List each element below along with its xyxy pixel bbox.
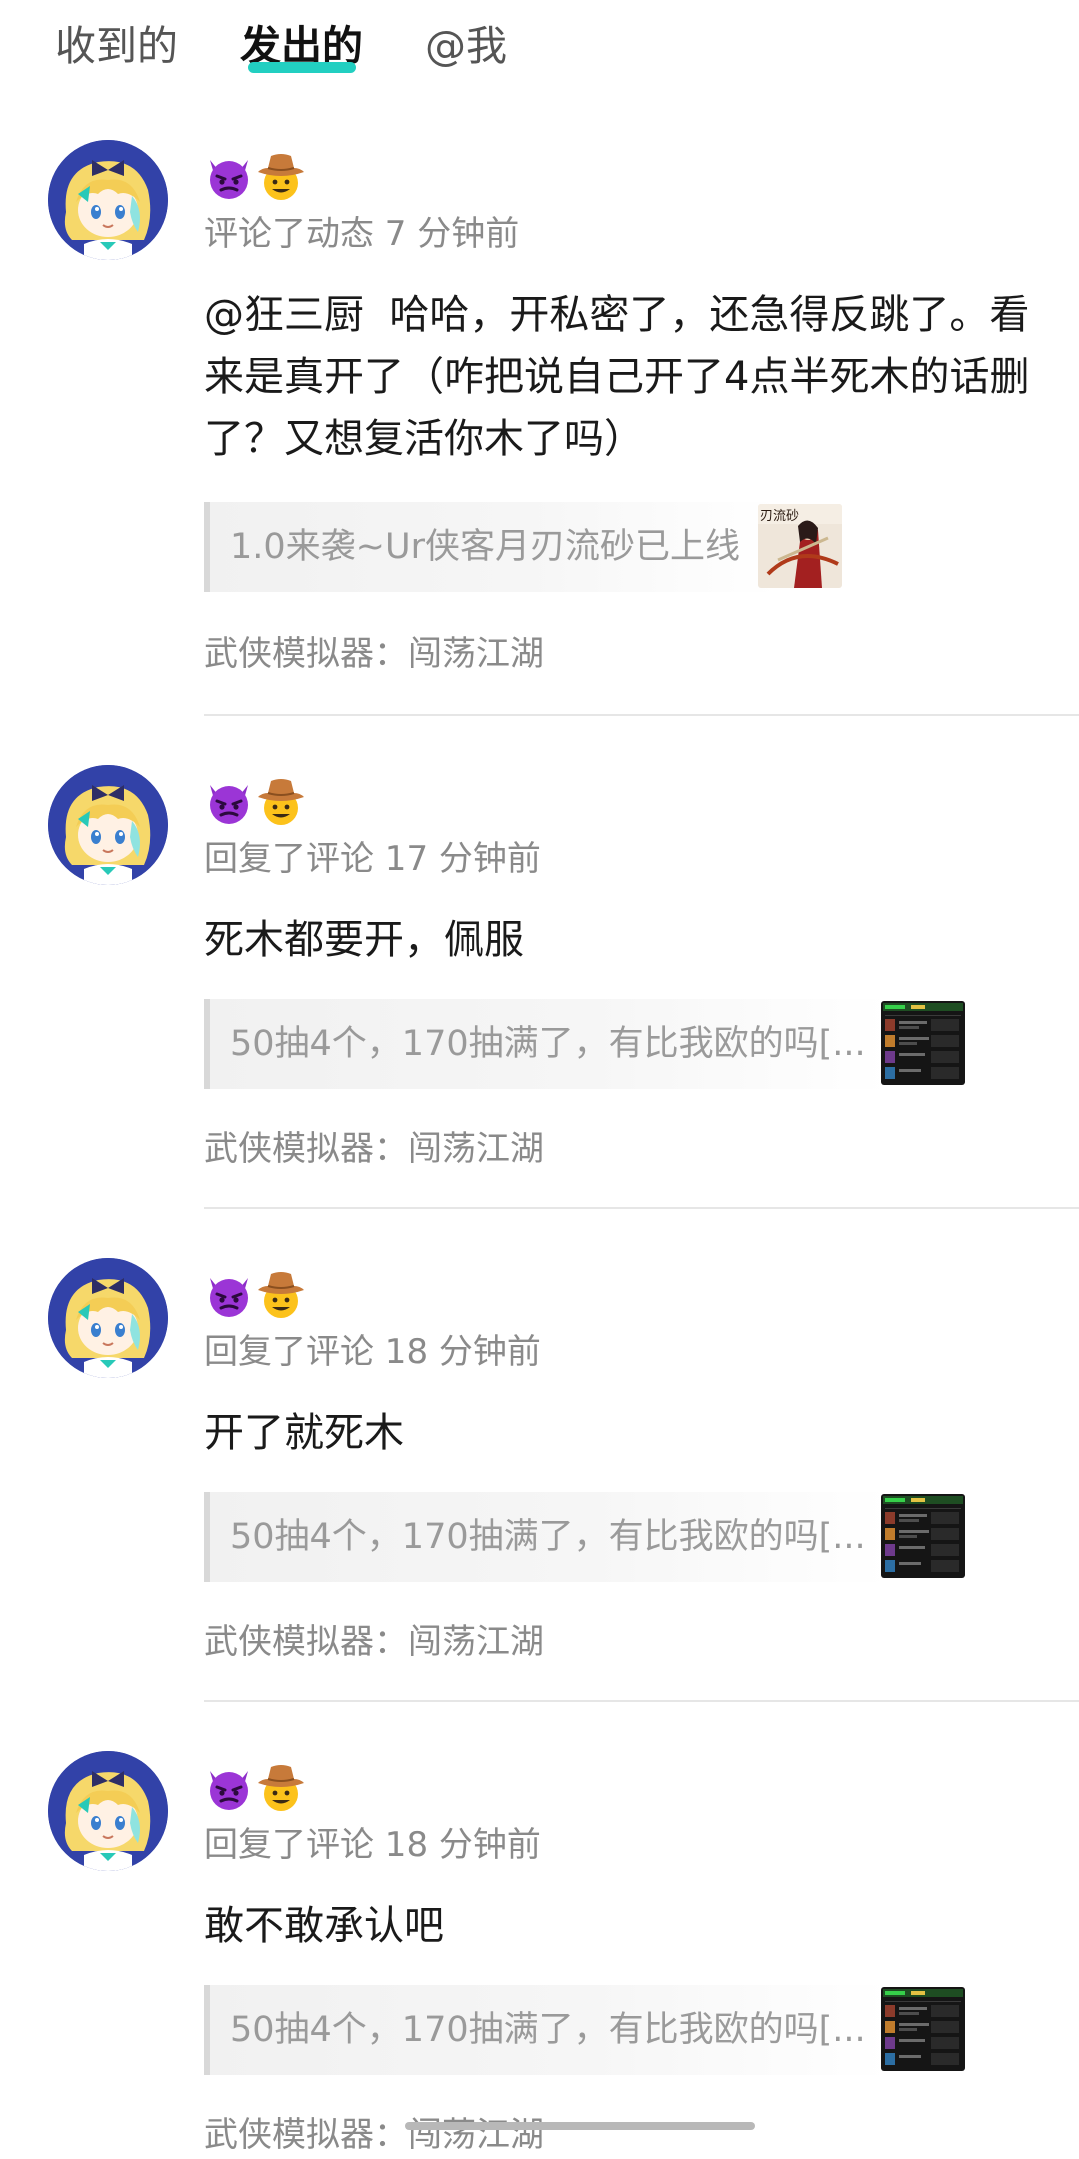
cowboy-hat-face-icon [256, 1763, 306, 1813]
nickname-emojis[interactable] [204, 777, 306, 827]
smiling-face-with-horns-icon [204, 777, 254, 827]
nickname-emojis[interactable] [204, 1763, 306, 1813]
nickname-emojis[interactable] [204, 152, 306, 202]
comment-text[interactable]: @狂三厨 哈哈，开私密了，还急得反跳了。看来是真开了（咋把说自己开了4点半死木的… [204, 284, 1034, 470]
comment-card[interactable]: 回复了评论 17 分钟前 死木都要开，佩服 50抽4个，170抽满了，有比我欧的… [0, 765, 1079, 1257]
comment-meta: 回复了评论 18 分钟前 [204, 1332, 541, 1372]
tab-received[interactable]: 收到的 [55, 18, 178, 74]
quoted-post-thumbnail [881, 1987, 965, 2071]
divider [204, 1700, 1079, 1702]
smiling-face-with-horns-icon [204, 1763, 254, 1813]
home-indicator[interactable] [405, 2122, 755, 2130]
game-tag[interactable]: 武侠模拟器：闯荡江湖 [204, 1125, 544, 1173]
quoted-post[interactable]: 50抽4个，170抽满了，有比我欧的吗[... [204, 1985, 965, 2075]
smiling-face-with-horns-icon [204, 152, 254, 202]
tab-mentions[interactable]: @我 [425, 18, 507, 74]
smiling-face-with-horns-icon [204, 1270, 254, 1320]
quoted-post-thumbnail [881, 1001, 965, 1085]
game-tag[interactable]: 武侠模拟器：闯荡江湖 [204, 2111, 544, 2159]
cowboy-hat-face-icon [256, 1270, 306, 1320]
avatar[interactable] [48, 1751, 168, 1871]
thumbnail-caption: 刃流砂 [760, 509, 799, 524]
comment-meta: 回复了评论 18 分钟前 [204, 1825, 541, 1865]
tab-bar: 收到的 发出的 @我 [0, 0, 1079, 100]
avatar[interactable] [48, 140, 168, 260]
nickname-emojis[interactable] [204, 1270, 306, 1320]
quoted-post-title: 50抽4个，170抽满了，有比我欧的吗[... [230, 1517, 866, 1557]
comment-card[interactable]: 回复了评论 18 分钟前 敢不敢承认吧 50抽4个，170抽满了，有比我欧的吗[… [0, 1751, 1079, 2155]
comment-text[interactable]: 敢不敢承认吧 [204, 1895, 1034, 1957]
avatar[interactable] [48, 765, 168, 885]
comment-card[interactable]: 回复了评论 18 分钟前 开了就死木 50抽4个，170抽满了，有比我欧的吗[.… [0, 1258, 1079, 1750]
game-tag[interactable]: 武侠模拟器：闯荡江湖 [204, 630, 544, 678]
comment-text[interactable]: 开了就死木 [204, 1402, 1034, 1464]
comment-card[interactable]: 评论了动态 7 分钟前 @狂三厨 哈哈，开私密了，还急得反跳了。看来是真开了（咋… [0, 140, 1079, 674]
quoted-post-title: 50抽4个，170抽满了，有比我欧的吗[... [230, 2010, 866, 2050]
cowboy-hat-face-icon [256, 777, 306, 827]
quoted-post[interactable]: 1.0来袭~Ur侠客月刃流砂已上线 刃流砂 [204, 502, 842, 592]
quoted-post[interactable]: 50抽4个，170抽满了，有比我欧的吗[... [204, 999, 965, 1089]
comment-text[interactable]: 死木都要开，佩服 [204, 909, 1034, 971]
quoted-post-title: 50抽4个，170抽满了，有比我欧的吗[... [230, 1024, 866, 1064]
comment-meta: 评论了动态 7 分钟前 [204, 214, 520, 254]
game-tag[interactable]: 武侠模拟器：闯荡江湖 [204, 1618, 544, 1666]
quoted-post-thumbnail [881, 1494, 965, 1578]
avatar[interactable] [48, 1258, 168, 1378]
quoted-post[interactable]: 50抽4个，170抽满了，有比我欧的吗[... [204, 1492, 965, 1582]
divider [204, 714, 1079, 716]
active-tab-indicator [248, 62, 356, 73]
quoted-post-title: 1.0来袭~Ur侠客月刃流砂已上线 [230, 527, 740, 567]
cowboy-hat-face-icon [256, 152, 306, 202]
divider [204, 1207, 1079, 1209]
comment-meta: 回复了评论 17 分钟前 [204, 839, 541, 879]
quoted-post-thumbnail: 刃流砂 [758, 504, 842, 588]
